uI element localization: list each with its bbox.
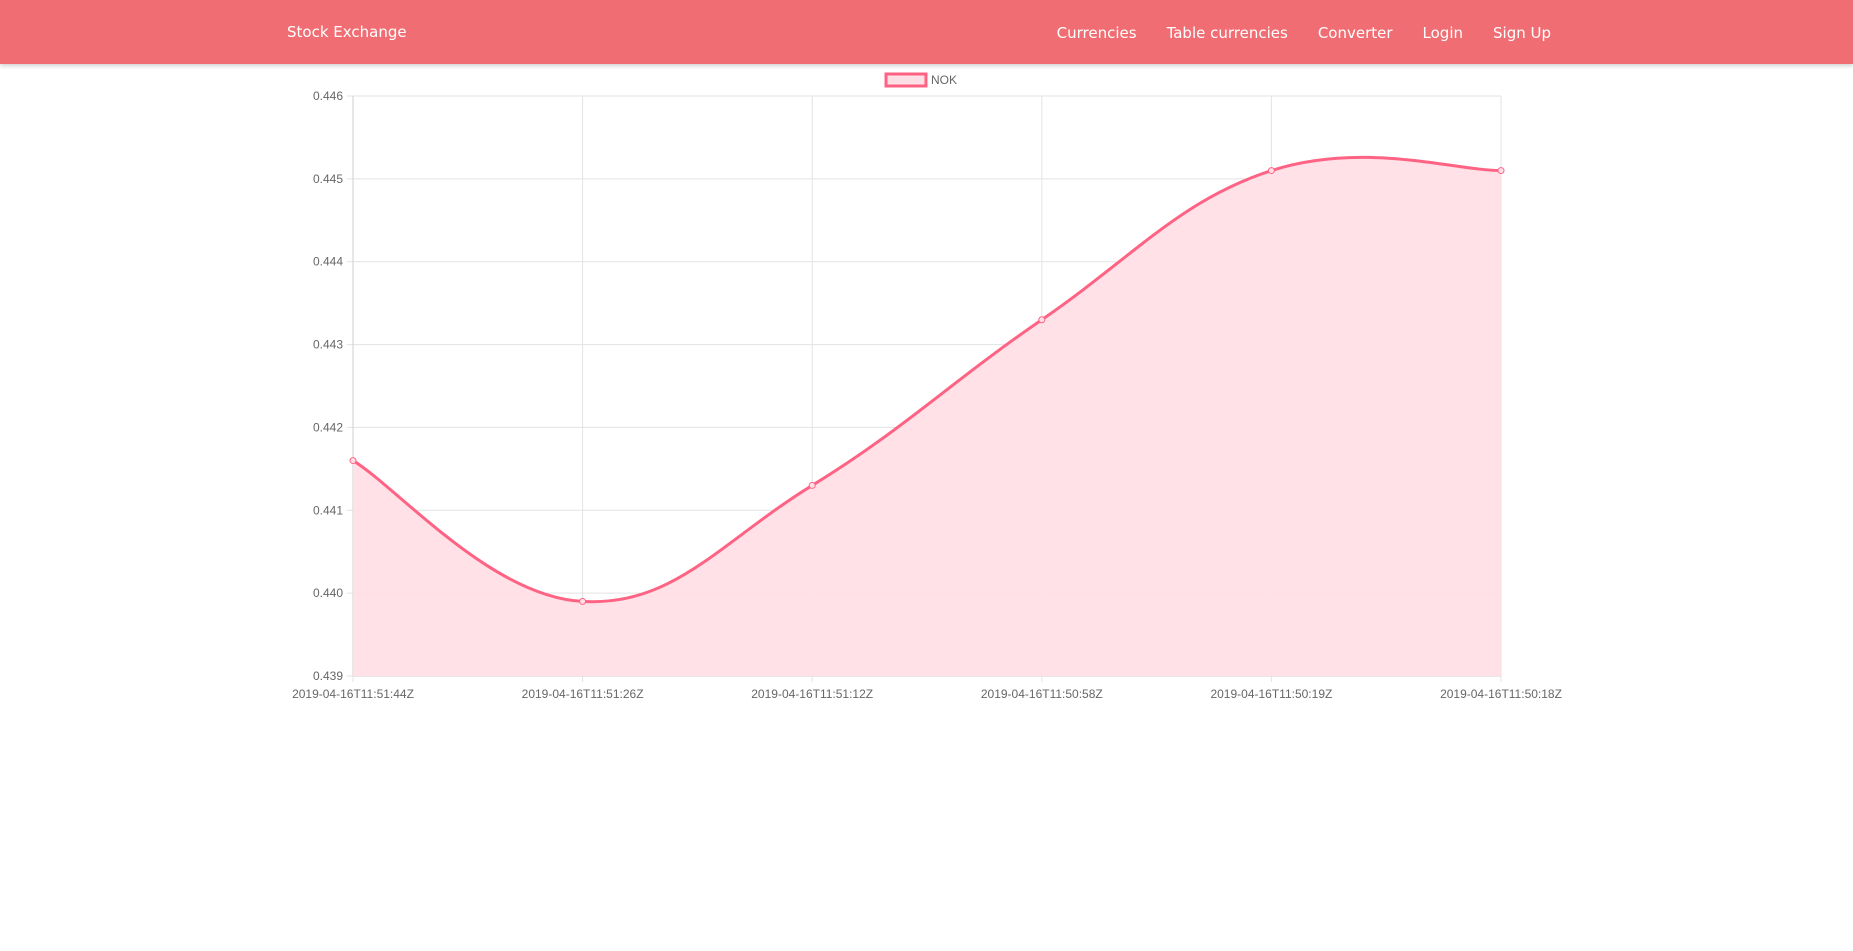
data-point — [349, 457, 357, 465]
nav-menu: Currencies Table currencies Converter Lo… — [1027, 0, 1551, 64]
x-tick-label: 2019-04-16T11:51:12Z — [751, 687, 873, 701]
y-tick-label: 0.445 — [313, 172, 343, 186]
nav-link-converter[interactable]: Converter — [1318, 24, 1393, 42]
nav-item-sign-up: Sign Up — [1493, 23, 1551, 42]
x-tick-label: 2019-04-16T11:50:19Z — [1210, 687, 1332, 701]
y-tick-label: 0.446 — [313, 89, 343, 103]
chart-container: 0.446 0.445 0.444 0.443 0.442 0.441 0.440 0.439… — [0, 64, 1853, 724]
nav-item-login: Login — [1423, 23, 1463, 42]
data-point — [1038, 316, 1046, 324]
nav-link-currencies[interactable]: Currencies — [1057, 24, 1137, 42]
data-point — [579, 597, 587, 605]
nav-item-currencies: Currencies — [1057, 23, 1137, 42]
data-point — [1497, 167, 1505, 175]
data-point — [1267, 167, 1275, 175]
series-area-nok — [353, 157, 1501, 677]
y-tick-label: 0.440 — [313, 586, 343, 600]
y-tick-label: 0.439 — [313, 669, 343, 683]
x-tick-label: 2019-04-16T11:51:26Z — [522, 687, 644, 701]
nav-item-table-currencies: Table currencies — [1167, 23, 1288, 42]
y-tick-label: 0.442 — [313, 420, 343, 434]
x-tick-label: 2019-04-16T11:50:58Z — [981, 687, 1103, 701]
y-tick-label: 0.443 — [313, 338, 343, 352]
legend-label-nok: NOK — [931, 73, 957, 87]
x-tick-label: 2019-04-16T11:51:44Z — [292, 687, 414, 701]
nav-item-converter: Converter — [1318, 23, 1393, 42]
line-chart[interactable]: 0.446 0.445 0.444 0.443 0.442 0.441 0.440 0.439… — [0, 64, 1853, 724]
top-navbar: Stock Exchange Currencies Table currenci… — [0, 0, 1853, 64]
legend-swatch-nok — [884, 72, 928, 88]
y-tick-label: 0.441 — [313, 503, 343, 517]
data-point — [808, 481, 816, 489]
brand-link[interactable]: Stock Exchange — [287, 0, 407, 64]
y-tick-label: 0.444 — [313, 255, 343, 269]
nav-link-table-currencies[interactable]: Table currencies — [1167, 24, 1288, 42]
nav-link-sign-up[interactable]: Sign Up — [1493, 24, 1551, 42]
x-tick-label: 2019-04-16T11:50:18Z — [1440, 687, 1562, 701]
nav-link-login[interactable]: Login — [1423, 24, 1463, 42]
